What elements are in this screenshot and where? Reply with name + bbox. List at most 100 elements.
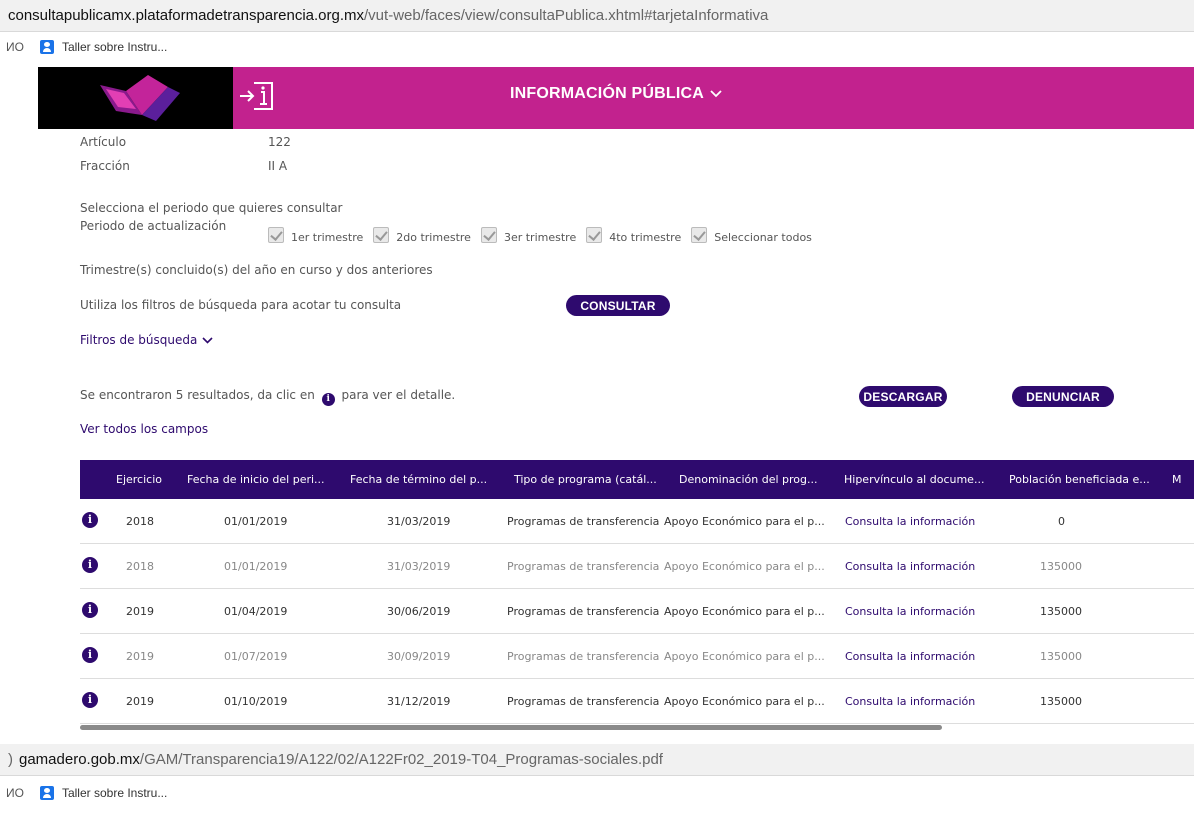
nav-title-label: INFORMACIÓN PÚBLICA bbox=[510, 85, 705, 102]
address-bar[interactable]: consultapublicamx.plataformadetransparen… bbox=[0, 0, 1194, 32]
cell-denominacion: Apoyo Económico para el p... bbox=[664, 515, 825, 528]
cell-tipo-programa: Programas de transferencia bbox=[507, 650, 660, 663]
cell-tipo-programa: Programas de transferencia bbox=[507, 515, 660, 528]
chevron-down-icon bbox=[202, 336, 213, 344]
cell-denominacion: Apoyo Económico para el p... bbox=[664, 695, 825, 708]
cell-poblacion: 135000 bbox=[1040, 650, 1082, 663]
cell-fecha-termino: 31/03/2019 bbox=[387, 515, 451, 528]
filters-hint: Utiliza los filtros de búsqueda para aco… bbox=[80, 298, 402, 312]
cell-tipo-programa: Programas de transferencia bbox=[507, 695, 660, 708]
cell-fecha-termino: 30/06/2019 bbox=[387, 605, 451, 618]
login-info-icon[interactable] bbox=[238, 77, 280, 115]
url-host: consultapublicamx.plataformadetransparen… bbox=[8, 7, 365, 24]
checkbox-3er-trimestre[interactable] bbox=[480, 226, 497, 243]
cell-hipervinculo-link[interactable]: Consulta la información bbox=[845, 589, 975, 634]
url-prefix: ) bbox=[8, 751, 13, 768]
col-header-hipervinculo[interactable]: Hipervínculo al docume... bbox=[844, 460, 984, 499]
cell-tipo-programa: Programas de transferencia bbox=[507, 605, 660, 618]
classroom-icon bbox=[39, 40, 54, 54]
cell-ejercicio: 2019 bbox=[126, 650, 154, 663]
period-prompt: Selecciona el periodo que quieres consul… bbox=[80, 201, 343, 215]
cell-fecha-termino: 31/12/2019 bbox=[387, 695, 451, 708]
cell-ejercicio: 2018 bbox=[126, 560, 154, 573]
ver-todos-link[interactable]: Ver todos los campos bbox=[80, 422, 208, 436]
checkbox-label: 1er trimestre bbox=[291, 231, 364, 244]
filtros-toggle[interactable]: Filtros de búsqueda bbox=[80, 333, 213, 347]
cell-denominacion: Apoyo Económico para el p... bbox=[664, 560, 825, 573]
col-header-denominacion[interactable]: Denominación del prog... bbox=[679, 460, 818, 499]
table-header: Ejercicio Fecha de inicio del peri... Fe… bbox=[80, 460, 1194, 499]
cell-hipervinculo-link[interactable]: Consulta la información bbox=[845, 679, 975, 724]
cell-hipervinculo-link[interactable]: Consulta la información bbox=[845, 634, 975, 679]
cell-fecha-inicio: 01/07/2019 bbox=[224, 650, 288, 663]
logo[interactable] bbox=[38, 67, 233, 129]
filtros-toggle-label: Filtros de búsqueda bbox=[80, 333, 198, 347]
cell-denominacion: Apoyo Económico para el p... bbox=[664, 605, 825, 618]
bookmark-cut-label: ИO bbox=[6, 40, 24, 54]
denunciar-button[interactable]: DENUNCIAR bbox=[1012, 386, 1114, 407]
table-row: i 2019 01/07/2019 30/09/2019 Programas d… bbox=[80, 634, 1194, 679]
cell-hipervinculo-link[interactable]: Consulta la información bbox=[845, 544, 975, 589]
results-summary: Se encontraron 5 resultados, da clic en … bbox=[80, 388, 455, 406]
col-header-fecha-termino[interactable]: Fecha de término del p... bbox=[350, 460, 487, 499]
info-icon[interactable]: i bbox=[82, 602, 98, 618]
col-header-tipo-programa[interactable]: Tipo de programa (catál... bbox=[514, 460, 657, 499]
table-row: i 2018 01/01/2019 31/03/2019 Programas d… bbox=[80, 499, 1194, 544]
cell-ejercicio: 2019 bbox=[126, 695, 154, 708]
bookmark-taller[interactable]: Taller sobre Instru... bbox=[62, 40, 167, 54]
info-icon[interactable]: i bbox=[82, 692, 98, 708]
cell-ejercicio: 2018 bbox=[126, 515, 154, 528]
cell-fecha-termino: 30/09/2019 bbox=[387, 650, 451, 663]
info-icon[interactable]: i bbox=[82, 557, 98, 573]
cell-poblacion: 135000 bbox=[1040, 695, 1082, 708]
articulo-value: 122 bbox=[268, 135, 291, 149]
checkbox-4to-trimestre[interactable] bbox=[586, 226, 603, 243]
table-row: i 2018 01/01/2019 31/03/2019 Programas d… bbox=[80, 544, 1194, 589]
col-header-fecha-inicio[interactable]: Fecha de inicio del peri... bbox=[187, 460, 325, 499]
col-header-more[interactable]: M bbox=[1172, 460, 1182, 499]
nav-informacion-publica[interactable]: INFORMACIÓN PÚBLICA bbox=[510, 85, 722, 103]
checkbox-label: Seleccionar todos bbox=[714, 231, 812, 244]
bookmark-cut-label: ИO bbox=[6, 786, 24, 800]
cell-denominacion: Apoyo Económico para el p... bbox=[664, 650, 825, 663]
articulo-label: Artículo bbox=[80, 135, 127, 149]
info-icon[interactable]: i bbox=[82, 647, 98, 663]
address-bar-2[interactable]: ) gamadero.gob.mx/GAM/Transparencia19/A12… bbox=[0, 744, 1194, 776]
bookmarks-bar: ИO Taller sobre Instru... bbox=[0, 32, 1194, 62]
cell-fecha-inicio: 01/01/2019 bbox=[224, 560, 288, 573]
cell-poblacion: 135000 bbox=[1040, 605, 1082, 618]
consultar-button[interactable]: CONSULTAR bbox=[566, 295, 670, 316]
cell-poblacion: 135000 bbox=[1040, 560, 1082, 573]
col-header-ejercicio[interactable]: Ejercicio bbox=[116, 460, 162, 499]
cell-ejercicio: 2019 bbox=[126, 605, 154, 618]
table-row: i 2019 01/04/2019 30/06/2019 Programas d… bbox=[80, 589, 1194, 634]
checkbox-1er-trimestre[interactable] bbox=[268, 226, 284, 243]
info-icon: i bbox=[321, 393, 335, 406]
fraccion-value: II A bbox=[268, 159, 288, 173]
cell-fecha-inicio: 01/04/2019 bbox=[224, 605, 288, 618]
col-header-poblacion[interactable]: Población beneficiada e... bbox=[1009, 460, 1150, 499]
checkbox-label: 3er trimestre bbox=[503, 231, 577, 244]
results-table: Ejercicio Fecha de inicio del peri... Fe… bbox=[80, 460, 1194, 730]
cell-fecha-termino: 31/03/2019 bbox=[387, 560, 451, 573]
table-horizontal-scrollbar[interactable] bbox=[80, 725, 942, 730]
cell-hipervinculo-link[interactable]: Consulta la información bbox=[845, 499, 975, 544]
cell-fecha-inicio: 01/01/2019 bbox=[224, 515, 288, 528]
checkbox-seleccionar-todos[interactable] bbox=[691, 226, 708, 243]
url-host: gamadero.gob.mx bbox=[19, 751, 140, 768]
cell-poblacion: 0 bbox=[1058, 515, 1065, 528]
logo-mark-icon bbox=[100, 75, 180, 121]
period-note: Trimestre(s) concluido(s) del año en cur… bbox=[80, 263, 433, 277]
bookmark-taller[interactable]: Taller sobre Instru... bbox=[62, 786, 167, 800]
results-text-after: para ver el detalle. bbox=[341, 388, 456, 402]
info-icon[interactable]: i bbox=[82, 512, 98, 528]
period-checkboxes: 1er trimestre 2do trimestre 3er trimestr… bbox=[268, 225, 822, 244]
table-row: i 2019 01/10/2019 31/12/2019 Programas d… bbox=[80, 679, 1194, 724]
checkbox-label: 4to trimestre bbox=[609, 231, 682, 244]
cell-fecha-inicio: 01/10/2019 bbox=[224, 695, 288, 708]
descargar-button[interactable]: DESCARGAR bbox=[859, 386, 947, 407]
site-header: INFORMACIÓN PÚBLICA bbox=[38, 67, 1194, 129]
chevron-down-icon bbox=[710, 90, 722, 98]
checkbox-2do-trimestre[interactable] bbox=[373, 226, 390, 243]
url-path: /vut-web/faces/view/consultaPublica.xhtm… bbox=[364, 7, 769, 24]
